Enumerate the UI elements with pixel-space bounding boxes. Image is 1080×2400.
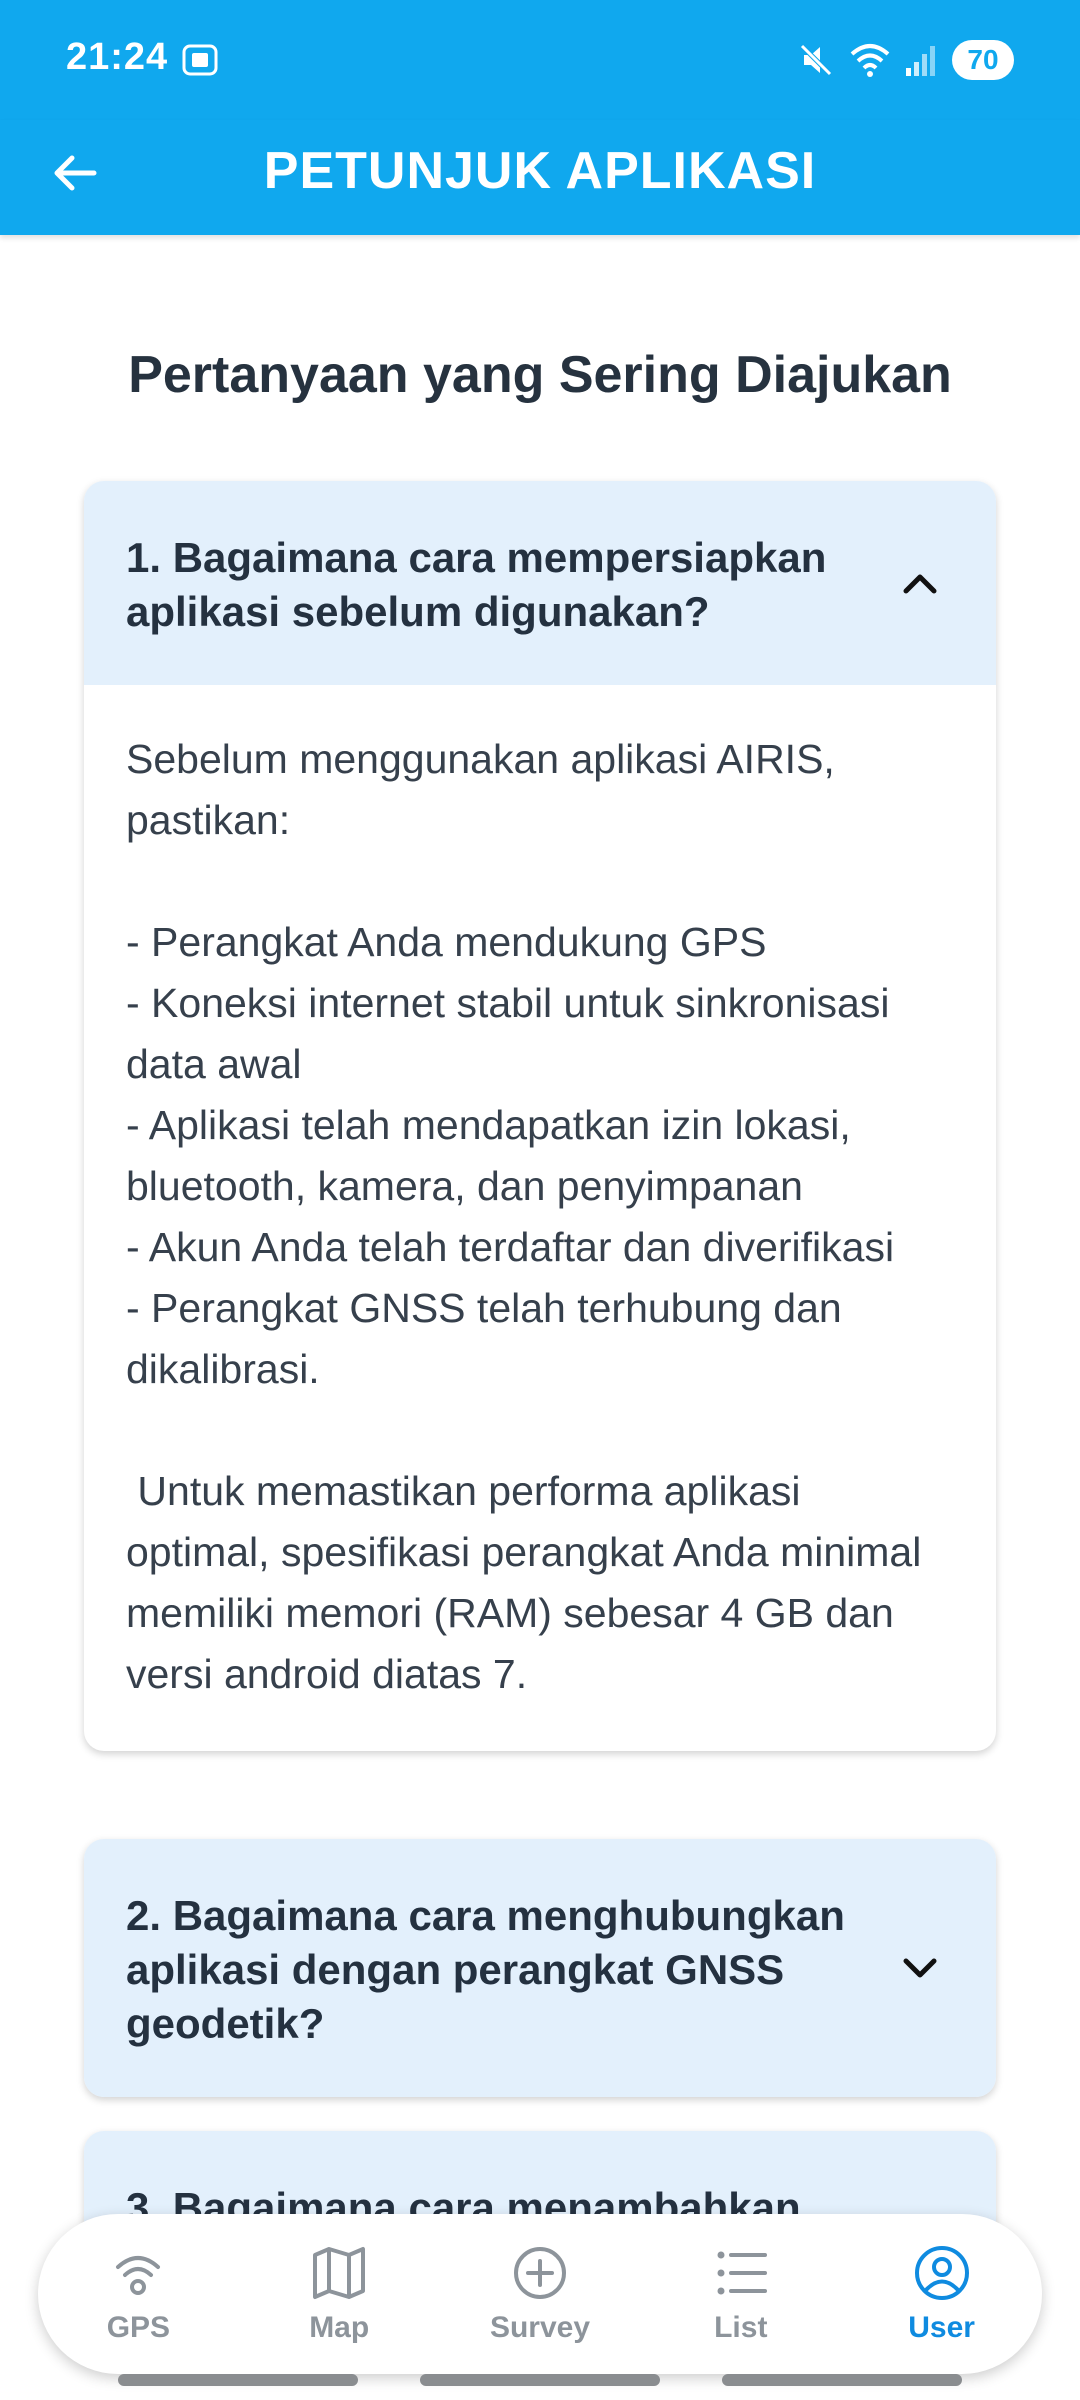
faq-question-text: 1. Bagaimana cara mempersiapkan aplikasi… <box>126 534 827 635</box>
nav-item-gps[interactable]: GPS <box>48 2243 228 2345</box>
status-bar: 21:24 70 <box>0 0 1080 120</box>
nav-item-map[interactable]: Map <box>249 2243 429 2345</box>
chevron-down-icon <box>903 1958 937 1978</box>
page-title: PETUNJUK APLIKASI <box>263 142 817 200</box>
gesture-bar-right <box>722 2374 962 2386</box>
gesture-navigation-bar <box>0 2374 1080 2386</box>
gesture-bar-left <box>118 2374 358 2386</box>
nav-label: GPS <box>106 2311 171 2344</box>
screenshot-icon <box>182 44 218 76</box>
nav-label: List <box>714 2311 768 2344</box>
section-title: Pertanyaan yang Sering Diajukan <box>128 346 952 404</box>
faq-card-2: 2. Bagaimana cara menghubungkan aplikasi… <box>84 1839 996 2097</box>
nav-label: Survey <box>489 2311 591 2344</box>
user-circle-icon <box>914 2246 969 2300</box>
faq-card-1: 1. Bagaimana cara mempersiapkan aplikasi… <box>84 481 996 1751</box>
map-icon <box>313 2247 366 2299</box>
gesture-bar-center <box>420 2374 660 2386</box>
gps-signal-icon <box>116 2256 161 2295</box>
bottom-navigation: GPS Map Survey List User <box>38 2214 1042 2374</box>
battery-indicator: 70 <box>952 40 1014 80</box>
faq-answer-1: Sebelum menggunakan aplikasi AIRIS, past… <box>126 736 922 1697</box>
nav-label: Map <box>309 2311 370 2344</box>
list-icon <box>717 2251 767 2295</box>
signal-icon <box>906 46 935 76</box>
mute-icon <box>800 44 832 76</box>
faq-content[interactable]: Pertanyaan yang Sering Diajukan 1. Bagai… <box>0 235 1080 2400</box>
nav-item-list[interactable]: List <box>651 2243 831 2345</box>
faq-question-text: 2. Bagaimana cara menghubungkan aplikasi… <box>126 1892 845 2047</box>
nav-item-user[interactable]: User <box>852 2243 1032 2345</box>
wifi-icon <box>850 44 890 77</box>
faq-question-1[interactable]: 1. Bagaimana cara mempersiapkan aplikasi… <box>84 481 996 685</box>
faq-question-2[interactable]: 2. Bagaimana cara menghubungkan aplikasi… <box>84 1839 996 2097</box>
app-bar: PETUNJUK APLIKASI <box>0 120 1080 235</box>
status-time: 21:24 <box>66 36 169 78</box>
nav-label: User <box>908 2311 975 2344</box>
nav-item-survey[interactable]: Survey <box>450 2243 630 2345</box>
plus-circle-icon <box>513 2247 566 2299</box>
chevron-up-icon <box>903 574 937 594</box>
